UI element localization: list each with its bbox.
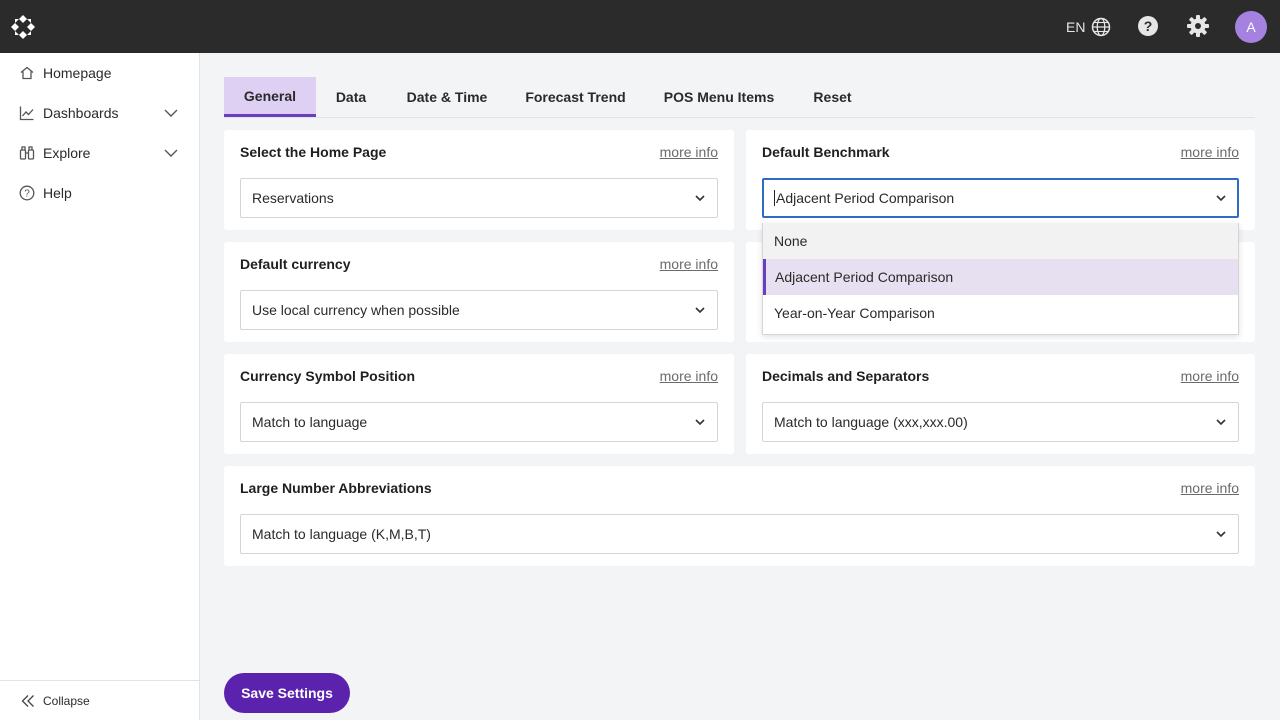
home-page-select[interactable]: Reservations [240, 178, 718, 218]
default-benchmark-select[interactable]: Adjacent Period Comparison [762, 178, 1239, 218]
currency-symbol-position-select[interactable]: Match to language [240, 402, 718, 442]
settings-tabs: General Data Date & Time Forecast Trend … [224, 77, 1255, 118]
collapse-button[interactable]: Collapse [0, 680, 199, 720]
card-title: Default Benchmark [762, 144, 890, 160]
chevron-down-icon [695, 419, 705, 426]
text-caret [774, 190, 775, 206]
logo-icon[interactable] [10, 14, 36, 40]
card-title: Default currency [240, 256, 351, 272]
language-label: EN [1066, 19, 1086, 35]
dropdown-option-none[interactable]: None [763, 223, 1238, 259]
default-benchmark-card: Default Benchmark more info Adjacent Per… [746, 130, 1255, 230]
more-info-link[interactable]: more info [660, 368, 718, 384]
sidebar-item-homepage[interactable]: Homepage [0, 53, 199, 93]
sidebar-item-dashboards[interactable]: Dashboards [0, 93, 199, 133]
sidebar-item-label: Dashboards [43, 105, 119, 121]
chevron-down-icon [695, 307, 705, 314]
save-settings-button[interactable]: Save Settings [224, 673, 350, 713]
chevron-down-icon[interactable] [163, 145, 179, 161]
sidebar-item-label: Explore [43, 145, 91, 161]
svg-text:?: ? [1144, 18, 1153, 34]
sidebar-item-label: Help [43, 185, 72, 201]
sidebar-item-help[interactable]: ? Help [0, 173, 199, 213]
chevron-down-icon [1216, 195, 1226, 202]
currency-symbol-position-card: Currency Symbol Position more info Match… [224, 354, 734, 454]
dropdown-option-year-on-year[interactable]: Year-on-Year Comparison [763, 295, 1238, 331]
sidebar-item-label: Homepage [43, 65, 112, 81]
default-currency-card: Default currency more info Use local cur… [224, 242, 734, 342]
tab-data[interactable]: Data [324, 77, 378, 117]
default-benchmark-dropdown: None Adjacent Period Comparison Year-on-… [762, 223, 1239, 335]
tab-pos-menu-items[interactable]: POS Menu Items [654, 77, 784, 117]
home-icon [19, 65, 35, 81]
sidebar: Homepage Dashboards Explore ? Help Colla… [0, 53, 200, 720]
large-number-abbreviations-card: Large Number Abbreviations more info Mat… [224, 466, 1255, 566]
card-title: Currency Symbol Position [240, 368, 416, 384]
more-info-link[interactable]: more info [1181, 144, 1239, 160]
top-bar: EN ? A [0, 0, 1280, 53]
select-value: Use local currency when possible [252, 302, 460, 318]
chevron-down-icon [1216, 531, 1226, 538]
tab-general[interactable]: General [224, 77, 316, 117]
select-value: Match to language (xxx,xxx.00) [774, 414, 968, 430]
decimals-separators-card: Decimals and Separators more info Match … [746, 354, 1255, 454]
more-info-link[interactable]: more info [1181, 368, 1239, 384]
chevron-down-icon [695, 195, 705, 202]
tab-forecast-trend[interactable]: Forecast Trend [518, 77, 633, 117]
collapse-label: Collapse [43, 693, 90, 708]
more-info-link[interactable]: more info [660, 144, 718, 160]
help-icon[interactable]: ? [1136, 14, 1160, 38]
chart-line-icon [19, 105, 35, 121]
gear-icon[interactable] [1186, 14, 1210, 38]
select-value: Adjacent Period Comparison [776, 190, 955, 206]
default-currency-select[interactable]: Use local currency when possible [240, 290, 718, 330]
more-info-link[interactable]: more info [660, 256, 718, 272]
decimals-separators-select[interactable]: Match to language (xxx,xxx.00) [762, 402, 1239, 442]
select-value: Reservations [252, 190, 334, 206]
globe-icon [1092, 17, 1111, 37]
more-info-link[interactable]: more info [1181, 480, 1239, 496]
card-title: Select the Home Page [240, 144, 387, 160]
dropdown-option-adjacent-period[interactable]: Adjacent Period Comparison [763, 259, 1238, 295]
large-number-abbreviations-select[interactable]: Match to language (K,M,B,T) [240, 514, 1239, 554]
chevron-down-icon [1216, 419, 1226, 426]
home-page-card: Select the Home Page more info Reservati… [224, 130, 734, 230]
question-circle-icon: ? [19, 185, 35, 201]
chevron-down-icon[interactable] [163, 105, 179, 121]
sidebar-item-explore[interactable]: Explore [0, 133, 199, 173]
tab-date-time[interactable]: Date & Time [397, 77, 497, 117]
user-avatar[interactable]: A [1235, 11, 1267, 43]
select-value: Match to language (K,M,B,T) [252, 526, 431, 542]
tab-reset[interactable]: Reset [804, 77, 861, 117]
select-value: Match to language [252, 414, 368, 430]
card-title: Large Number Abbreviations [240, 480, 432, 496]
binoculars-icon [19, 145, 35, 161]
card-title: Decimals and Separators [762, 368, 930, 384]
language-selector[interactable]: EN [1066, 16, 1111, 38]
svg-text:?: ? [24, 189, 30, 200]
double-chevron-left-icon [21, 694, 34, 707]
